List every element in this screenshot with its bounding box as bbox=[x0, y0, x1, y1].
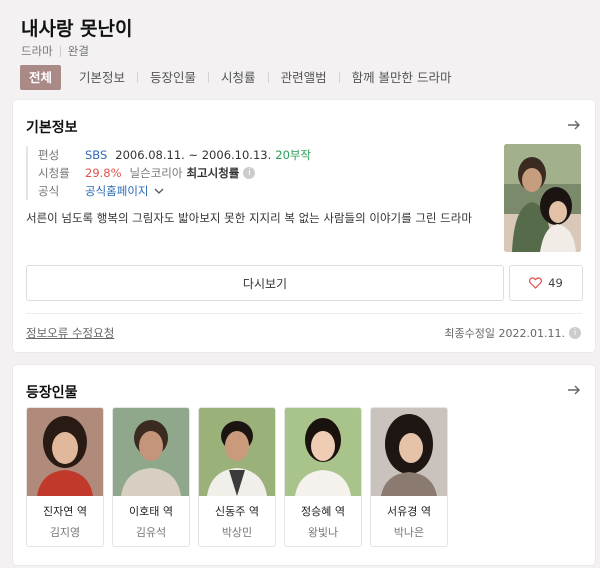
cast-role: 이호태 역 bbox=[129, 505, 173, 518]
cast-actor: 김지영 bbox=[49, 526, 81, 539]
drama-description: 서른이 넘도록 행복의 그림자도 밟아보지 못한 지지리 복 없는 사람들의 이… bbox=[26, 211, 472, 225]
cast-photo bbox=[113, 408, 189, 496]
cast-member[interactable]: 정승혜 역 왕빛나 bbox=[284, 407, 362, 547]
tab-basic-info[interactable]: 기본정보 bbox=[67, 65, 137, 90]
official-homepage-link[interactable]: 공식홈페이지 bbox=[85, 183, 148, 199]
official-label: 공식 bbox=[38, 184, 60, 198]
tab-cast[interactable]: 등장인물 bbox=[138, 65, 208, 90]
arrow-right-icon[interactable] bbox=[567, 383, 581, 397]
tab-albums[interactable]: 관련앨범 bbox=[269, 65, 339, 90]
genre-label: 드라마 bbox=[21, 44, 53, 58]
tab-all[interactable]: 전체 bbox=[20, 65, 62, 90]
subtitle: 드라마 완결 bbox=[21, 43, 89, 59]
cast-photo bbox=[199, 408, 275, 496]
like-button[interactable]: 49 bbox=[509, 265, 583, 301]
basic-info-title: 기본정보 bbox=[26, 120, 78, 136]
status-label: 완결 bbox=[67, 44, 89, 58]
last-modified: 최종수정일 2022.01.11. i bbox=[444, 325, 581, 341]
cast-actor: 김유석 bbox=[135, 526, 167, 539]
cast-actor: 박상민 bbox=[221, 526, 253, 539]
page-title: 내사랑 못난이 bbox=[21, 18, 133, 40]
chevron-down-icon[interactable] bbox=[153, 186, 165, 196]
report-error-link[interactable]: 정보오류 수정요청 bbox=[26, 325, 114, 341]
broadcast-dates: 2006.08.11. ~ 2006.10.13. bbox=[115, 148, 272, 162]
broadcast-row: 편성 SBS 2006.08.11. ~ 2006.10.13. 20부작 bbox=[38, 146, 311, 164]
cast-member[interactable]: 진자연 역 김지영 bbox=[26, 407, 104, 547]
tab-bar: 전체 기본정보 등장인물 시청률 관련앨범 함께 볼만한 드라마 bbox=[20, 65, 464, 90]
cast-photo bbox=[285, 408, 361, 496]
arrow-right-icon[interactable] bbox=[567, 118, 581, 132]
header: 내사랑 못난이 드라마 완결 전체 기본정보 등장인물 시청률 관련앨범 함께 … bbox=[0, 0, 600, 97]
cast-member[interactable]: 서유경 역 박나은 bbox=[370, 407, 448, 547]
tab-ratings[interactable]: 시청률 bbox=[209, 65, 268, 90]
rating-label: 시청률 bbox=[38, 166, 70, 180]
cast-title: 등장인물 bbox=[26, 385, 78, 401]
separator bbox=[59, 45, 61, 57]
cast-member[interactable]: 이호태 역 김유석 bbox=[112, 407, 190, 547]
rating-note: 최고시청률 bbox=[186, 166, 240, 180]
broadcast-label: 편성 bbox=[38, 148, 60, 162]
broadcaster-link[interactable]: SBS bbox=[85, 148, 107, 162]
rating-value: 29.8% bbox=[85, 166, 122, 180]
rating-source: 닐슨코리아 bbox=[129, 166, 183, 180]
episode-count: 20부작 bbox=[275, 148, 312, 162]
drama-poster[interactable] bbox=[504, 144, 581, 252]
cast-role: 신동주 역 bbox=[215, 505, 259, 518]
basic-info-card: 기본정보 편성 SBS 2006.08.11. ~ 2006.10.13. 20… bbox=[13, 100, 595, 352]
cast-actor: 왕빛나 bbox=[307, 526, 339, 539]
divider bbox=[26, 313, 582, 314]
cast-role: 정승혜 역 bbox=[301, 505, 345, 518]
info-icon[interactable]: i bbox=[569, 327, 581, 339]
cast-member[interactable]: 신동주 역 박상민 bbox=[198, 407, 276, 547]
official-row: 공식 공식홈페이지 bbox=[38, 182, 311, 200]
cast-actor: 박나은 bbox=[393, 526, 425, 539]
like-count: 49 bbox=[548, 276, 563, 290]
heart-icon bbox=[529, 277, 543, 289]
cast-photo bbox=[27, 408, 103, 496]
cast-role: 진자연 역 bbox=[43, 505, 87, 518]
last-modified-text: 최종수정일 2022.01.11. bbox=[444, 327, 565, 340]
tab-related-dramas[interactable]: 함께 볼만한 드라마 bbox=[340, 65, 464, 90]
info-list: 편성 SBS 2006.08.11. ~ 2006.10.13. 20부작 시청… bbox=[26, 146, 311, 200]
info-icon[interactable]: i bbox=[243, 167, 256, 179]
poster-image bbox=[504, 144, 581, 252]
cast-list: 진자연 역 김지영 이호태 역 김유석 신동주 역 박상민 정승혜 역 왕빛나 … bbox=[26, 407, 448, 547]
watch-again-button[interactable]: 다시보기 bbox=[26, 265, 504, 301]
cast-card: 등장인물 진자연 역 김지영 이호태 역 김유석 신동주 역 박상민 정승혜 역… bbox=[13, 365, 595, 565]
cast-role: 서유경 역 bbox=[387, 505, 431, 518]
cast-photo bbox=[371, 408, 447, 496]
rating-row: 시청률 29.8% 닐슨코리아 최고시청률 i bbox=[38, 164, 311, 182]
